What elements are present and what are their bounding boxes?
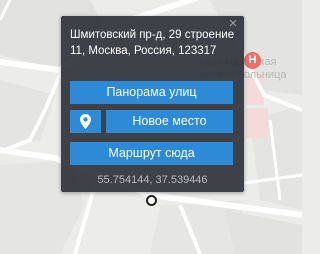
route-here-button[interactable]: Маршрут сюда: [70, 142, 233, 165]
coordinates-text: 55.754144, 37.539446: [97, 174, 208, 186]
location-marker[interactable]: [146, 195, 157, 206]
new-place-button[interactable]: Новое место: [106, 110, 233, 133]
map-pin-icon: [80, 114, 91, 129]
hospital-icon[interactable]: H: [244, 52, 261, 69]
street-panorama-button[interactable]: Панорама улиц: [70, 81, 233, 104]
place-pin-button[interactable]: [70, 110, 101, 133]
location-popup: × Шмитовский пр-д, 29 строение 11, Москв…: [61, 16, 244, 192]
address-text: Шмитовский пр-д, 29 строение 11, Москва,…: [70, 29, 235, 57]
